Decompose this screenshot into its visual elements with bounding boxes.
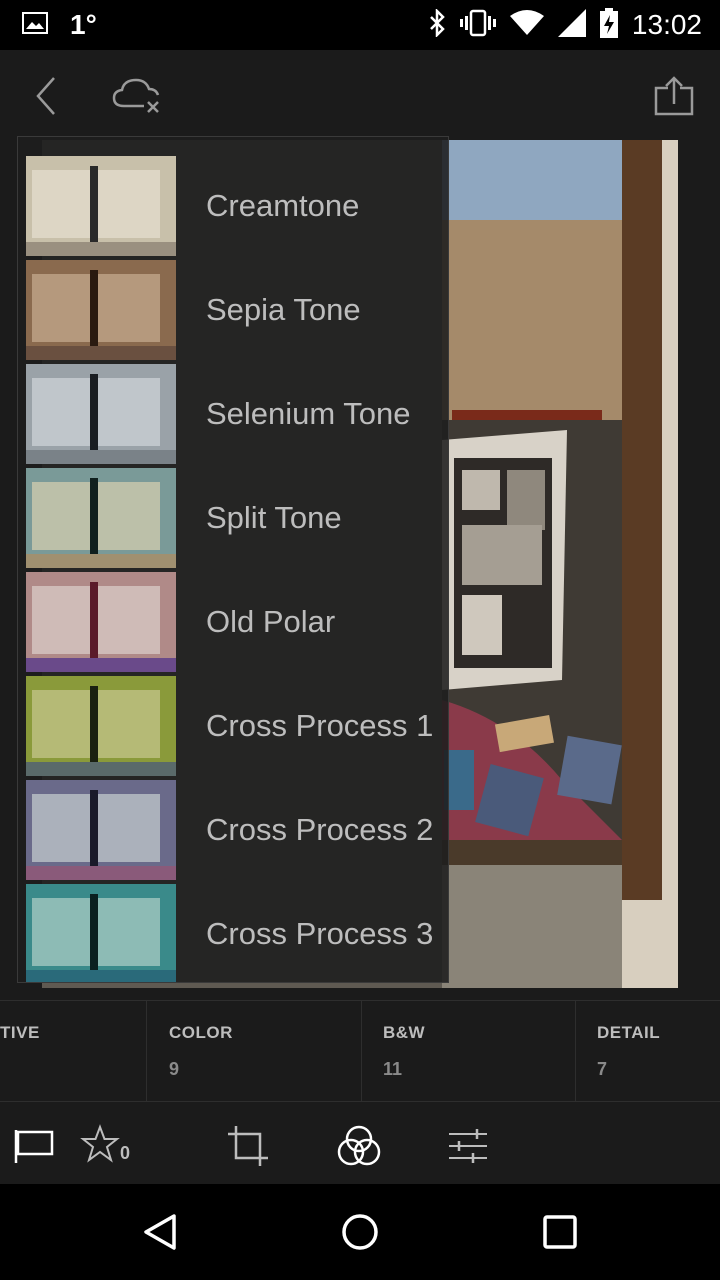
star-icon xyxy=(80,1123,120,1169)
preset-thumbnail xyxy=(26,468,176,568)
preset-list-panel: Creamtone Sepia Tone Selenium Tone Split… xyxy=(17,136,449,983)
preset-item[interactable]: Split Tone xyxy=(26,468,446,568)
preset-item[interactable]: Selenium Tone xyxy=(26,364,446,464)
preset-thumbnail xyxy=(26,572,176,672)
rating-count: 0 xyxy=(120,1142,131,1163)
tab-count: 11 xyxy=(383,1059,403,1079)
tab-label: DETAIL xyxy=(597,1023,661,1042)
tab-creative[interactable]: TIVE xyxy=(0,1001,146,1103)
presets-icon[interactable] xyxy=(336,1124,382,1168)
preset-label: Cross Process 3 xyxy=(206,916,434,951)
bluetooth-icon xyxy=(428,7,446,42)
signal-icon xyxy=(557,8,586,42)
preset-label: Cross Process 2 xyxy=(206,812,434,847)
share-icon[interactable] xyxy=(650,72,698,120)
app-bar xyxy=(0,50,720,136)
crop-icon[interactable] xyxy=(226,1124,270,1168)
back-icon[interactable] xyxy=(22,72,70,120)
preset-label: Selenium Tone xyxy=(206,396,411,431)
tab-label: TIVE xyxy=(0,1023,40,1042)
preset-label: Split Tone xyxy=(206,500,342,535)
wifi-icon xyxy=(509,9,544,41)
preset-label: Cross Process 1 xyxy=(206,708,434,743)
nav-back-icon[interactable] xyxy=(136,1208,184,1256)
preset-label: Creamtone xyxy=(206,188,360,223)
vibrate-icon xyxy=(459,9,496,42)
preset-category-tabs: TIVE COLOR 9 B&W 11 DETAIL 7 xyxy=(0,1000,720,1103)
adjust-icon[interactable] xyxy=(446,1124,490,1168)
tab-label: COLOR xyxy=(169,1023,233,1042)
tab-label: B&W xyxy=(383,1023,426,1042)
preset-thumbnail xyxy=(26,364,176,464)
tab-count: 9 xyxy=(169,1059,180,1079)
system-nav-bar xyxy=(0,1184,720,1280)
preset-item[interactable]: Creamtone xyxy=(26,156,446,256)
edit-toolbar: 0 xyxy=(0,1102,720,1184)
status-bar: 1° 13:02 xyxy=(0,0,720,50)
tab-color[interactable]: COLOR 9 xyxy=(147,1001,361,1103)
preset-item[interactable]: Cross Process 2 xyxy=(26,780,446,880)
preset-thumbnail xyxy=(26,884,176,982)
tab-detail[interactable]: DETAIL 7 xyxy=(576,1001,720,1103)
battery-charging-icon xyxy=(599,7,618,43)
preset-thumbnail xyxy=(26,780,176,880)
preset-thumbnail xyxy=(26,676,176,776)
preset-item[interactable]: Sepia Tone xyxy=(26,260,446,360)
tab-count: 7 xyxy=(597,1059,608,1079)
nav-home-icon[interactable] xyxy=(336,1208,384,1256)
preset-thumbnail xyxy=(26,260,176,360)
cloud-off-icon[interactable] xyxy=(110,72,166,120)
flag-icon[interactable] xyxy=(12,1124,56,1168)
clock-text: 13:02 xyxy=(631,9,702,40)
preset-item[interactable]: Cross Process 3 xyxy=(26,884,446,982)
tab-bw[interactable]: B&W 11 xyxy=(362,1001,575,1103)
nav-recents-icon[interactable] xyxy=(536,1208,584,1256)
preset-thumbnail xyxy=(26,156,176,256)
temperature-text: 1° xyxy=(70,9,97,40)
preset-item[interactable]: Cross Process 1 xyxy=(26,676,446,776)
preset-item[interactable]: Old Polar xyxy=(26,572,446,672)
image-notification-icon xyxy=(22,11,48,39)
star-rating-button[interactable]: 0 xyxy=(80,1123,140,1169)
preset-label: Sepia Tone xyxy=(206,292,361,327)
preset-label: Old Polar xyxy=(206,604,336,639)
